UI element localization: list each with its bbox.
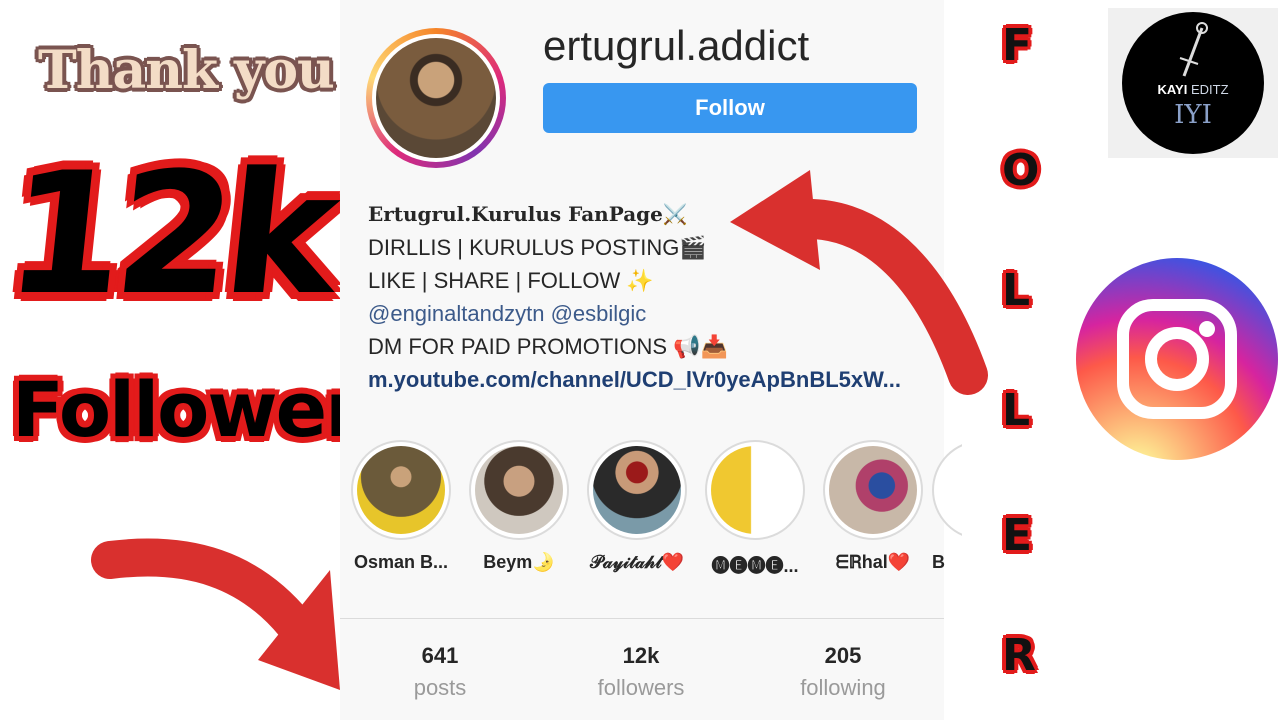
avatar-story-ring[interactable] [366,28,506,168]
camera-icon [1117,299,1237,419]
stat-number: 12k [622,643,660,668]
vertical-letter: R [1002,630,1036,681]
kayi-editz-text: KAYI EDITZ [1122,82,1264,97]
stat-followers[interactable]: 12k followers [541,643,741,701]
avatar-image [376,38,496,158]
highlight-item[interactable]: Beym🌛 [460,440,578,573]
highlight-item[interactable]: 𝒫𝒶𝓎𝒾𝓉𝒶𝒽𝓉❤️ [578,440,696,573]
highlight-image [357,446,445,534]
kayi-editz-logo-box: KAYI EDITZ IYI [1108,8,1278,158]
follower-count-headline: 12k [0,136,340,332]
highlight-label: ᗴℝhal❤️ [835,552,911,572]
highlight-image [829,446,917,534]
highlight-label: Beym🌛 [483,552,555,572]
highlight-image [593,446,681,534]
kayi-editz-logo: KAYI EDITZ IYI [1122,12,1264,154]
highlight-label: B [932,552,945,572]
highlight-circle [587,440,687,540]
highlight-circle [705,440,805,540]
curved-arrow-icon [730,170,988,395]
highlight-item[interactable]: 🅜🅔🅜🅔... [696,440,814,578]
kayi-text-bold: KAYI [1157,82,1188,97]
stat-number: 641 [421,643,459,668]
kayi-monogram: IYI [1174,100,1212,130]
highlight-circle [823,440,923,540]
highlight-item[interactable]: B [932,440,962,573]
vertical-letter: L [1002,385,1031,436]
vertical-letter: L [1002,265,1031,316]
stat-following[interactable]: 205 following [743,643,943,701]
highlight-label: 🅜🅔🅜🅔... [711,556,799,576]
sword-icon [1179,22,1208,77]
highlight-item[interactable]: Osman B... [342,440,460,573]
highlight-circle [351,440,451,540]
thank-you-text: Thank you [38,40,335,101]
kayi-text-light: EDITZ [1190,82,1229,97]
highlight-circle [932,440,962,540]
stat-label: following [800,675,886,700]
stat-label: followers [597,675,685,700]
avatar [372,34,500,162]
profile-username: ertugrul.addict [543,22,810,69]
highlight-circle [469,440,569,540]
vertical-letter: E [1002,510,1033,561]
stat-posts[interactable]: 641 posts [340,643,540,701]
profile-stats: 641 posts 12k followers 205 following [340,618,944,721]
highlight-label: Osman B... [353,552,449,572]
story-highlights: Osman B... Beym🌛 𝒫𝒶𝓎𝒾𝓉𝒶𝒽𝓉❤️ 🅜🅔🅜🅔... ᗴℝha… [340,440,962,580]
follow-button[interactable]: Follow [543,83,917,133]
highlight-image [711,446,799,534]
highlight-item[interactable]: ᗴℝhal❤️ [814,440,932,573]
vertical-letter: F [1002,20,1033,71]
highlight-label: 𝒫𝒶𝓎𝒾𝓉𝒶𝒽𝓉❤️ [590,552,684,572]
stat-label: posts [413,675,467,700]
instagram-logo-icon [1076,258,1278,460]
stat-number: 205 [824,643,862,668]
curved-arrow-icon [91,538,340,690]
vertical-follower-text: F O L L E R [990,20,1080,720]
vertical-letter: O [1002,145,1040,196]
highlight-image [475,446,563,534]
